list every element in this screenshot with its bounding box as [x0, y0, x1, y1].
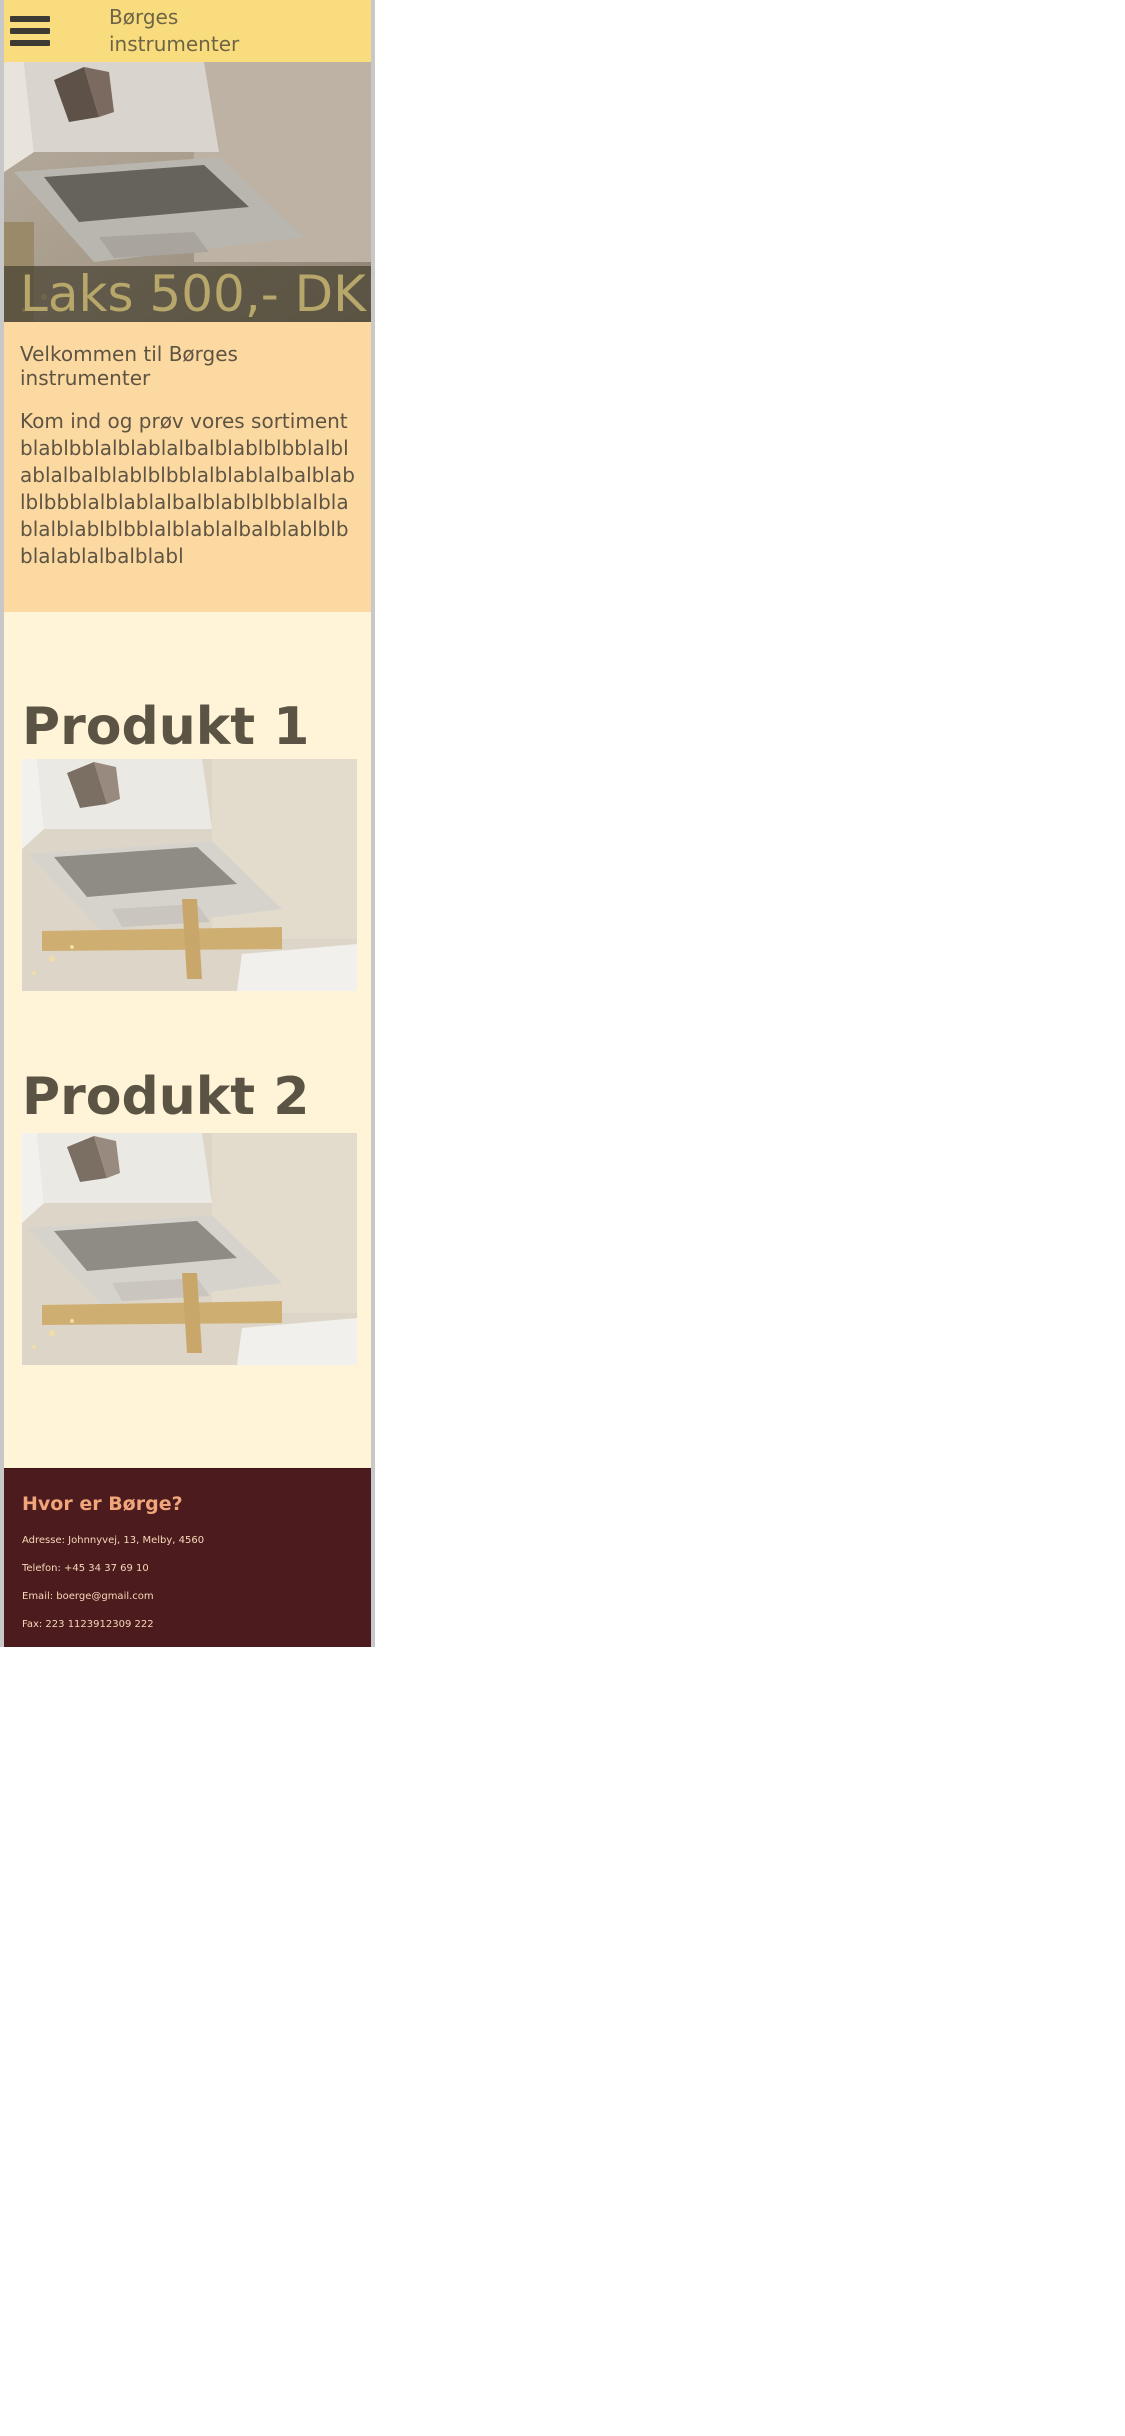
header: Børges instrumenter: [4, 0, 371, 62]
intro-section: Velkommen til Børges instrumenter Kom in…: [4, 322, 371, 612]
product-image[interactable]: [22, 1133, 357, 1365]
laptop-product-image: [22, 1133, 357, 1365]
product-title: Produkt 1: [22, 697, 310, 757]
hero-banner: Laks 500,- DKK: [4, 62, 371, 322]
hero-price: Laks 500,- DKK: [20, 265, 371, 322]
products-section: Produkt 1 Produkt 2: [4, 612, 371, 1468]
page: Børges instrumenter Laks 500,- DKK Velko…: [0, 0, 375, 1647]
footer-fax: Fax: 223 1123912309 222: [22, 1619, 154, 1630]
laptop-product-image: [22, 759, 357, 991]
hamburger-menu-icon[interactable]: [10, 16, 50, 46]
intro-body: Kom ind og prøv vores sortiment blablbbl…: [20, 409, 355, 568]
footer-phone[interactable]: Telefon: +45 34 37 69 10: [22, 1563, 149, 1574]
product-image[interactable]: [22, 759, 357, 991]
footer: Hvor er Børge? Adresse: Johnnyvej, 13, M…: [4, 1468, 371, 1647]
footer-address: Adresse: Johnnyvej, 13, Melby, 4560: [22, 1535, 205, 1546]
product-title: Produkt 2: [22, 1067, 310, 1127]
brand-title: Børges instrumenter: [109, 5, 240, 56]
footer-title: Hvor er Børge?: [22, 1493, 183, 1515]
intro-title: Velkommen til Børges instrumenter: [20, 342, 238, 390]
footer-email[interactable]: Email: boerge@gmail.com: [22, 1591, 154, 1602]
